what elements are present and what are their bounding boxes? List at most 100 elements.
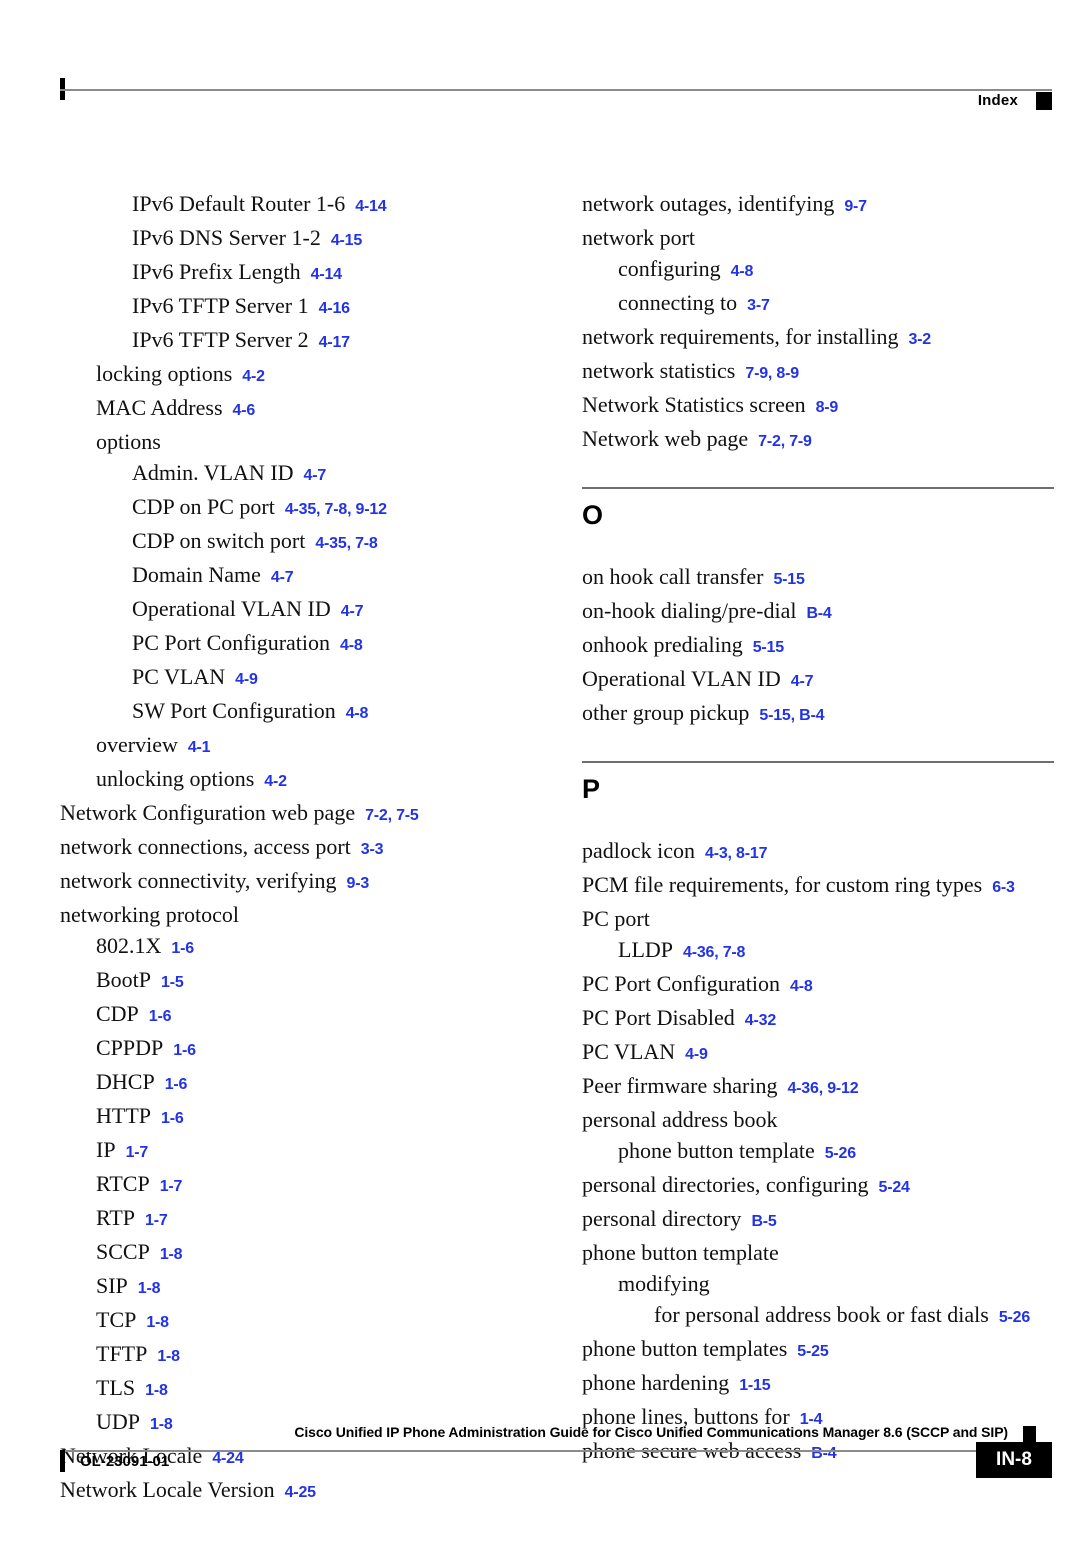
index-entry-page-refs[interactable]: 4-14 (355, 198, 386, 215)
index-entry-page-refs[interactable]: 1-8 (160, 1246, 183, 1263)
index-entry: Operational VLAN ID 4-7 (582, 663, 1054, 697)
index-entry-page-refs[interactable]: 4-36, 7-8 (683, 944, 745, 961)
index-entry-page-refs[interactable]: 4-8 (790, 978, 813, 995)
index-entry-page-refs[interactable]: 4-17 (319, 334, 350, 351)
index-entry: PC VLAN 4-9 (582, 1036, 1054, 1070)
index-entry: options (60, 426, 532, 457)
index-entry-term: on hook call transfer (582, 564, 764, 589)
index-entry-term: padlock icon (582, 838, 696, 863)
index-entry-page-refs[interactable]: 9-7 (844, 198, 867, 215)
index-entry-page-refs[interactable]: 3-7 (747, 297, 770, 314)
index-entry-page-refs[interactable]: 4-1 (188, 739, 211, 756)
index-entry-page-refs[interactable]: 4-15 (331, 232, 362, 249)
index-entry-page-refs[interactable]: 5-26 (999, 1309, 1030, 1326)
index-entry: network statistics 7-9, 8-9 (582, 355, 1054, 389)
index-entry-page-refs[interactable]: 5-26 (825, 1145, 856, 1162)
index-entry-page-refs[interactable]: 5-24 (879, 1179, 910, 1196)
index-entry: on-hook dialing/pre-dial B-4 (582, 595, 1054, 629)
index-entry: CDP on switch port 4-35, 7-8 (60, 525, 532, 559)
index-entry-page-refs[interactable]: 4-7 (304, 467, 327, 484)
index-entry-term: connecting to (618, 290, 738, 315)
index-entry-page-refs[interactable]: 4-8 (346, 705, 369, 722)
index-entry-term: PCM file requirements, for custom ring t… (582, 872, 983, 897)
index-entry-page-refs[interactable]: 7-9, 8-9 (745, 365, 799, 382)
index-entry-page-refs[interactable]: B-4 (806, 605, 831, 622)
index-entry-page-refs[interactable]: 1-8 (146, 1314, 169, 1331)
index-entry-page-refs[interactable]: 5-15 (753, 639, 784, 656)
index-entry: network outages, identifying 9-7 (582, 188, 1054, 222)
index-entry-term: TLS (96, 1375, 136, 1400)
index-entry: Network web page 7-2, 7-9 (582, 423, 1054, 457)
index-entry-page-refs[interactable]: 4-36, 9-12 (787, 1080, 858, 1097)
index-entry-page-refs[interactable]: 4-35, 7-8, 9-12 (285, 501, 387, 518)
index-entry-term: network outages, identifying (582, 191, 835, 216)
index-entry-term: PC Port Disabled (582, 1005, 735, 1030)
index-entry: LLDP 4-36, 7-8 (582, 934, 1054, 968)
index-entry-page-refs[interactable]: 1-6 (173, 1042, 196, 1059)
index-entry-page-refs[interactable]: 5-15, B-4 (759, 707, 824, 724)
document-number: OL-23091-01 (80, 1453, 170, 1470)
index-entry-page-refs[interactable]: 1-8 (138, 1280, 161, 1297)
index-entry-page-refs[interactable]: 4-16 (319, 300, 350, 317)
index-entry-term: IPv6 Prefix Length (132, 259, 301, 284)
index-entry-page-refs[interactable]: 1-7 (145, 1212, 168, 1229)
index-entry-term: Domain Name (132, 562, 261, 587)
index-entry-term: unlocking options (96, 766, 255, 791)
index-entry-term: SIP (96, 1273, 128, 1298)
index-entry-page-refs[interactable]: 5-15 (773, 571, 804, 588)
index-entry-term: 802.1X (96, 933, 162, 958)
index-entry-page-refs[interactable]: 4-14 (311, 266, 342, 283)
index-entry-page-refs[interactable]: 4-9 (235, 671, 258, 688)
index-entry-term: CDP on switch port (132, 528, 306, 553)
index-entry-page-refs[interactable]: 4-32 (745, 1012, 776, 1029)
index-entry-page-refs[interactable]: 6-3 (992, 879, 1015, 896)
index-entry: personal directory B-5 (582, 1203, 1054, 1237)
index-entry: IPv6 TFTP Server 2 4-17 (60, 324, 532, 358)
index-entry-page-refs[interactable]: 1-6 (161, 1110, 184, 1127)
index-entry-page-refs[interactable]: 4-35, 7-8 (315, 535, 377, 552)
index-entry: padlock icon 4-3, 8-17 (582, 835, 1054, 869)
section-divider (582, 487, 1054, 489)
index-entry-term: Operational VLAN ID (582, 666, 781, 691)
index-column-left: IPv6 Default Router 1-6 4-14 IPv6 DNS Serv… (60, 188, 532, 1508)
index-entry-page-refs[interactable]: 3-2 (908, 331, 931, 348)
index-entry: DHCP 1-6 (60, 1066, 532, 1100)
index-entry-page-refs[interactable]: 9-3 (347, 875, 370, 892)
index-entry-page-refs[interactable]: 7-2, 7-5 (365, 807, 419, 824)
index-entry-page-refs[interactable]: 4-3, 8-17 (705, 845, 767, 862)
index-entry-page-refs[interactable]: 4-8 (340, 637, 363, 654)
index-entry-page-refs[interactable]: 1-8 (145, 1382, 168, 1399)
footer-tick-mark (60, 1450, 65, 1472)
index-entry-page-refs[interactable]: 8-9 (816, 399, 839, 416)
index-entry: IP 1-7 (60, 1134, 532, 1168)
index-entry-term: Peer firmware sharing (582, 1073, 778, 1098)
index-entry-page-refs[interactable]: 1-6 (165, 1076, 188, 1093)
index-entry-page-refs[interactable]: 4-7 (791, 673, 814, 690)
index-entry-term: networking protocol (60, 902, 240, 927)
index-entry-page-refs[interactable]: 4-7 (271, 569, 294, 586)
index-entry: PC Port Configuration 4-8 (582, 968, 1054, 1002)
section-letter: P (582, 774, 601, 804)
index-entry-page-refs[interactable]: 7-2, 7-9 (758, 433, 812, 450)
index-entry-page-refs[interactable]: 4-7 (341, 603, 364, 620)
index-entry-page-refs[interactable]: 1-15 (739, 1377, 770, 1394)
index-entry-page-refs[interactable]: 1-7 (160, 1178, 183, 1195)
index-entry-page-refs[interactable]: 4-2 (242, 368, 265, 385)
index-entry-page-refs[interactable]: 1-8 (157, 1348, 180, 1365)
index-entry-page-refs[interactable]: 5-25 (797, 1343, 828, 1360)
index-entry-term: Network Statistics screen (582, 392, 806, 417)
index-entry-page-refs[interactable]: 3-3 (361, 841, 384, 858)
index-entry-page-refs[interactable]: 1-5 (161, 974, 184, 991)
index-entry-page-refs[interactable]: 4-6 (233, 402, 256, 419)
index-entry-page-refs[interactable]: 1-6 (149, 1008, 172, 1025)
index-entry-page-refs[interactable]: 1-7 (126, 1144, 149, 1161)
index-entry: CPPDP 1-6 (60, 1032, 532, 1066)
index-entry-term: CDP on PC port (132, 494, 275, 519)
index-entry-page-refs[interactable]: 4-9 (685, 1046, 708, 1063)
index-entry-page-refs[interactable]: 4-2 (264, 773, 287, 790)
index-entry-page-refs[interactable]: 1-6 (171, 940, 194, 957)
index-entry-page-refs[interactable]: 4-8 (731, 263, 754, 280)
guide-title: Cisco Unified IP Phone Administration Gu… (294, 1424, 1008, 1440)
index-entry-page-refs[interactable]: B-5 (751, 1213, 776, 1230)
